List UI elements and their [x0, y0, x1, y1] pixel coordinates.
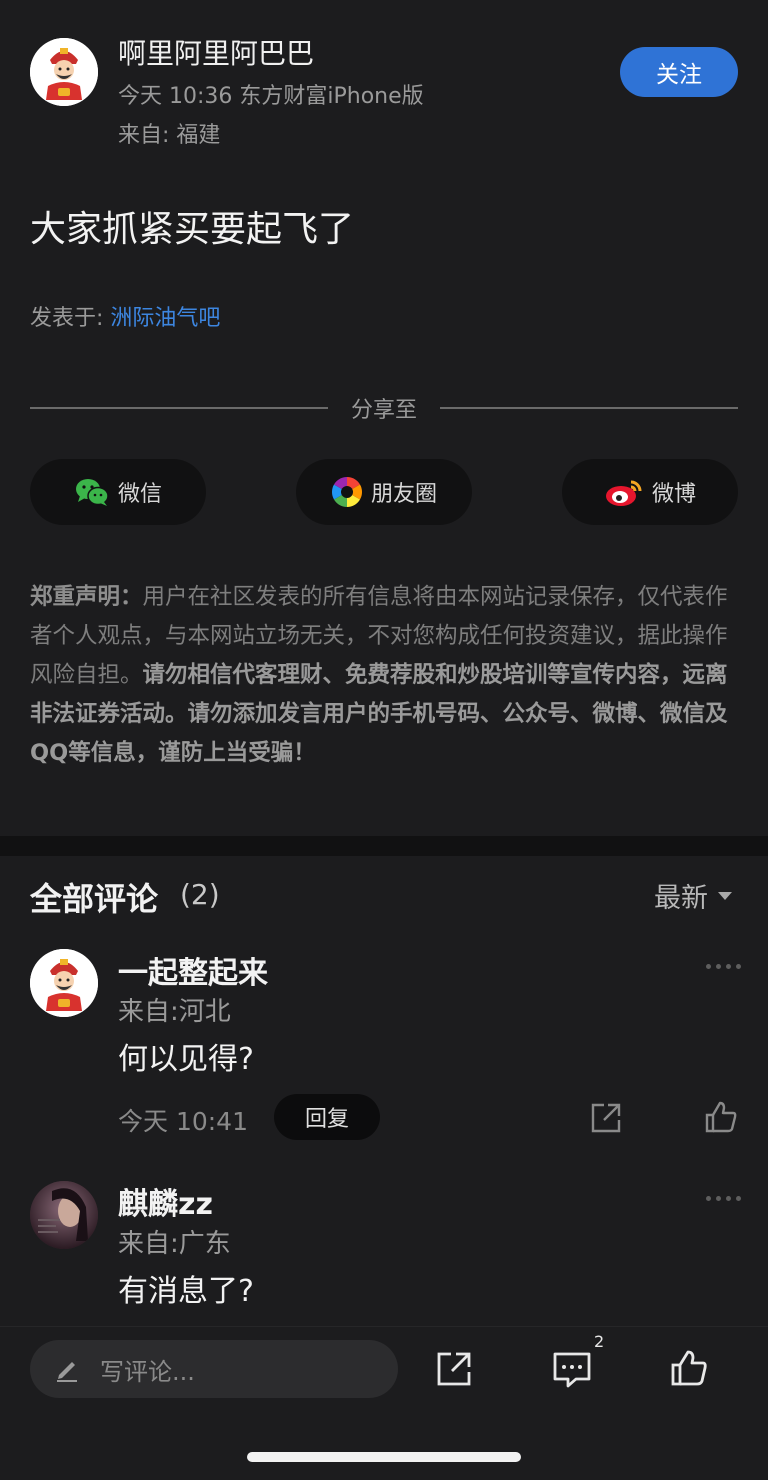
share-moments-label: 朋友圈: [370, 482, 437, 507]
bottom-bar: 写评论... 2: [0, 1326, 768, 1480]
share-icon[interactable]: [436, 1351, 472, 1391]
sort-label: 最新: [654, 883, 708, 914]
sort-dropdown[interactable]: 最新: [654, 876, 732, 915]
commenter-location: 来自:河北: [118, 997, 231, 1027]
share-icon[interactable]: [590, 1102, 622, 1138]
caishen-avatar-icon: [30, 38, 98, 106]
author-avatar[interactable]: [30, 38, 98, 106]
divider-left: [30, 407, 328, 409]
author-name[interactable]: 啊里阿里阿巴巴: [118, 32, 314, 72]
share-title: 分享至: [350, 398, 417, 423]
disclaimer: 郑重声明：用户在社区发表的所有信息将由本网站记录保存，仅代表作者个人观点，与本网…: [30, 578, 742, 773]
divider-right: [440, 407, 738, 409]
comment-time: 今天 10:41: [118, 1107, 248, 1136]
caishen-avatar-icon: [30, 949, 98, 1017]
share-wechat-label: 微信: [117, 482, 162, 507]
like-icon[interactable]: [704, 1100, 738, 1138]
author-location: 来自: 福建: [118, 123, 221, 148]
pencil-icon: [57, 1362, 77, 1382]
comment-count-badge: 2: [594, 1332, 605, 1351]
weibo-icon: [605, 480, 642, 506]
more-options-icon[interactable]: [706, 964, 741, 969]
comment-input[interactable]: 写评论...: [30, 1340, 398, 1398]
caret-down-icon: [718, 891, 732, 900]
comments-title: 全部评论: [30, 880, 159, 918]
comment-input-placeholder: 写评论...: [100, 1357, 195, 1386]
commenter-avatar[interactable]: [30, 1181, 98, 1249]
commenter-location: 来自:广东: [118, 1229, 231, 1259]
more-options-icon[interactable]: [706, 1196, 741, 1201]
commenter-name[interactable]: 一起整起来: [118, 948, 268, 992]
reply-button[interactable]: 回复: [274, 1094, 380, 1140]
like-icon[interactable]: [670, 1349, 708, 1391]
commenter-name[interactable]: 麒麟zz: [118, 1179, 213, 1223]
comment-icon[interactable]: [552, 1351, 592, 1393]
share-weibo-label: 微博: [651, 482, 696, 507]
moments-icon: [331, 477, 362, 507]
follow-button[interactable]: 关注: [620, 47, 738, 97]
posted-in: 发表于: 洲际油气吧: [30, 300, 220, 332]
share-wechat-button[interactable]: 微信: [30, 459, 206, 525]
forum-link[interactable]: 洲际油气吧: [110, 306, 220, 331]
share-moments-button[interactable]: 朋友圈: [296, 459, 472, 525]
comment-text: 有消息了?: [118, 1274, 254, 1309]
share-weibo-button[interactable]: 微博: [562, 459, 738, 525]
home-indicator: [247, 1452, 521, 1462]
post-meta: 今天 10:36 东方财富iPhone版: [118, 84, 424, 109]
comments-count: (2): [180, 878, 220, 911]
comment-text: 何以见得?: [118, 1042, 254, 1077]
posted-in-label: 发表于:: [30, 306, 111, 331]
comments-section: 全部评论 (2) 最新 一起整起来 来自:河北 何以见得? 今天 10:41 回…: [0, 856, 768, 1326]
post-content: 大家抓紧买要起飞了: [30, 209, 355, 250]
disclaimer-heading: 郑重声明：: [30, 584, 143, 610]
portrait-avatar-icon: [30, 1181, 98, 1249]
section-divider: [0, 836, 768, 856]
commenter-avatar[interactable]: [30, 949, 98, 1017]
wechat-icon: [75, 479, 109, 506]
post-section: 啊里阿里阿巴巴 今天 10:36 东方财富iPhone版 来自: 福建 关注 大…: [0, 0, 768, 836]
